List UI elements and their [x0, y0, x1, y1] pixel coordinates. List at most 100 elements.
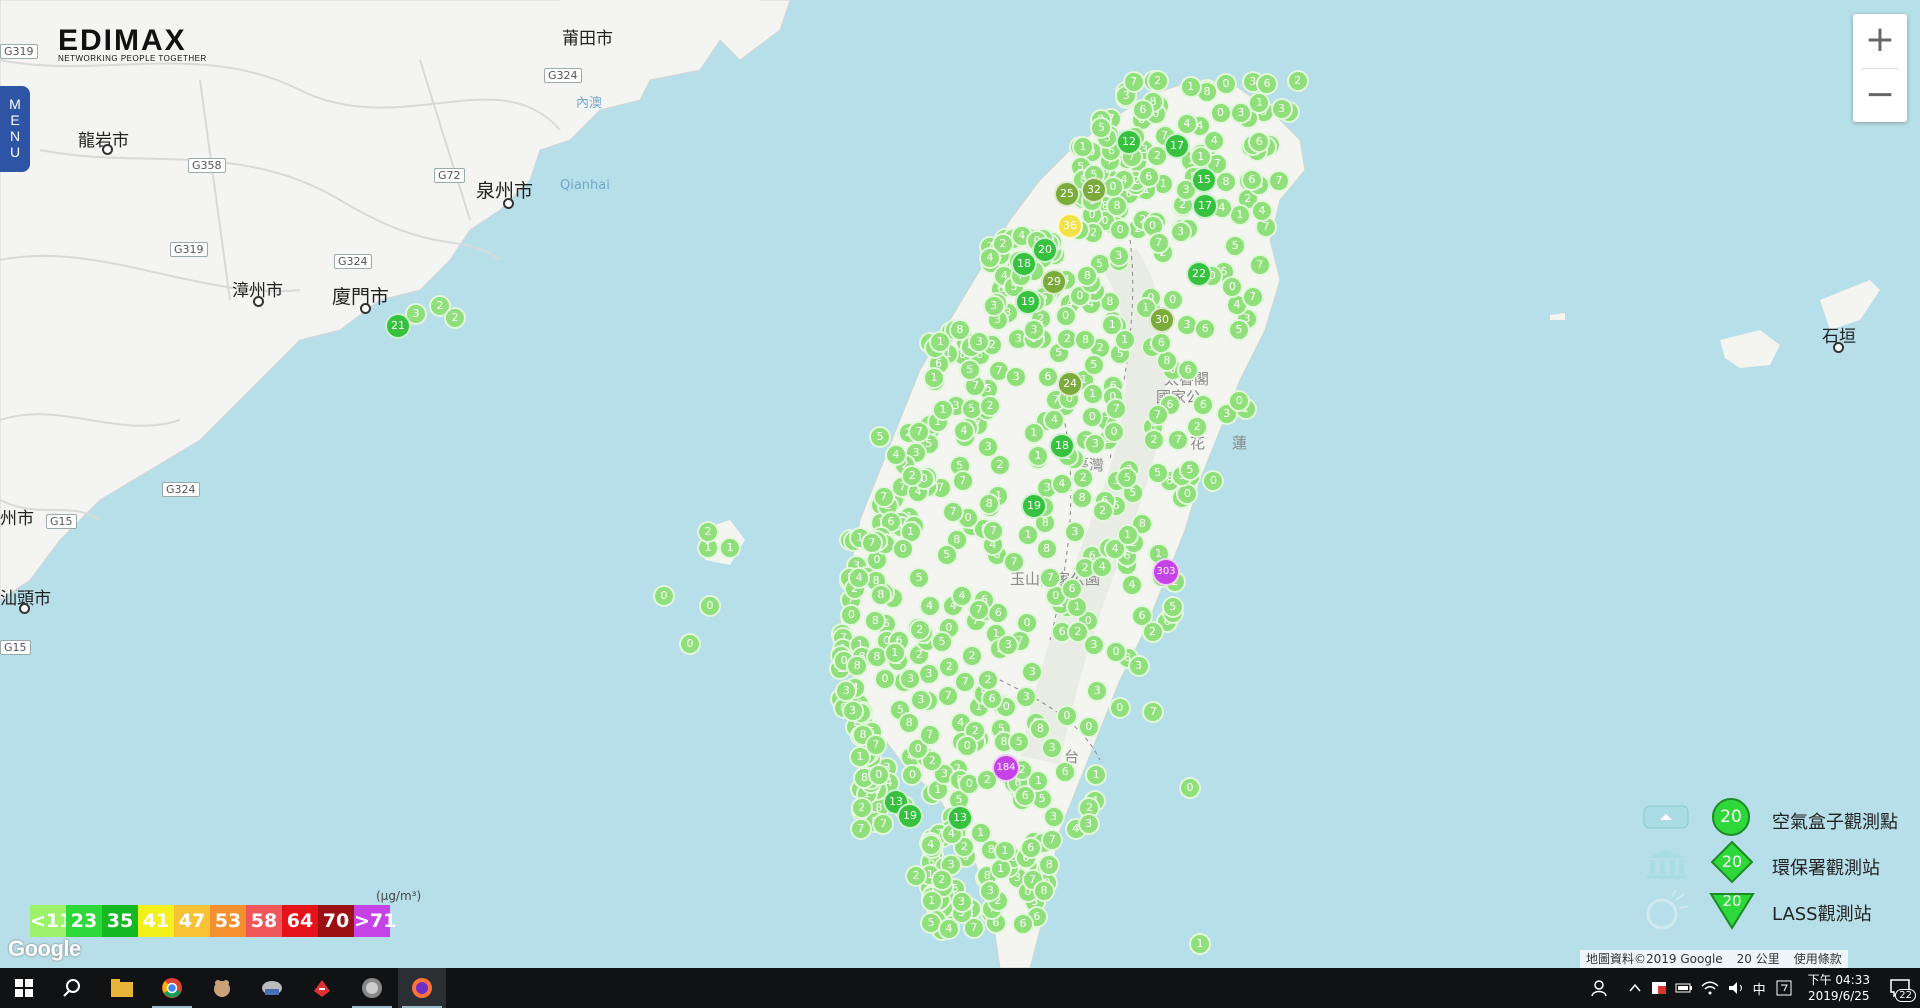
station-marker[interactable]: 6 [1137, 166, 1160, 189]
station-marker[interactable]: 8 [869, 583, 892, 606]
station-marker[interactable]: 184 [992, 754, 1020, 782]
chevron-up-icon[interactable] [1629, 983, 1641, 993]
station-marker[interactable]: 7 [1248, 253, 1271, 276]
station-marker[interactable]: 0 [892, 537, 915, 560]
station-marker[interactable]: 2 [1141, 621, 1164, 644]
chrome-icon[interactable] [148, 968, 196, 1008]
station-marker[interactable]: 4 [1120, 573, 1143, 596]
station-marker[interactable]: 1 [920, 890, 943, 913]
station-marker[interactable]: 5 [958, 358, 981, 381]
station-marker[interactable]: 0 [699, 595, 721, 617]
station-marker[interactable]: 3 [1107, 244, 1130, 267]
station-marker[interactable]: 5 [1179, 459, 1201, 481]
station-marker[interactable]: 19 [1021, 493, 1047, 519]
station-marker[interactable]: 18 [1011, 251, 1037, 277]
keyboard-layout-icon[interactable] [1776, 980, 1792, 996]
menu-button[interactable]: MENU [0, 86, 30, 172]
station-marker[interactable]: 36 [1057, 213, 1083, 239]
station-marker[interactable]: 32 [1081, 177, 1107, 203]
station-marker[interactable]: 3 [1063, 520, 1086, 543]
station-marker[interactable]: 2 [1142, 429, 1165, 452]
station-marker[interactable]: 1 [1113, 328, 1136, 351]
edimax-logo[interactable]: EDIMAX NETWORKING PEOPLE TOGETHER [58, 24, 207, 63]
station-marker[interactable]: 8 [1038, 853, 1061, 876]
station-marker[interactable]: 1 [1189, 145, 1212, 168]
clock[interactable]: 下午 04:33 2019/6/25 [1808, 972, 1870, 1004]
station-marker[interactable]: 0 [874, 667, 897, 690]
station-marker[interactable]: 0 [1054, 305, 1077, 328]
station-marker[interactable]: 8 [1074, 328, 1097, 351]
station-marker[interactable]: 30 [1149, 307, 1175, 333]
station-marker[interactable]: 3 [1127, 654, 1150, 677]
station-marker[interactable]: 3 [982, 294, 1005, 317]
station-marker[interactable]: 7 [1003, 551, 1025, 573]
station-marker[interactable]: 0 [1102, 420, 1125, 443]
station-marker[interactable]: 4 [885, 443, 908, 466]
station-marker[interactable]: 3 [1042, 805, 1065, 828]
battery-icon[interactable] [1675, 982, 1693, 994]
station-marker[interactable]: 2 [961, 644, 984, 667]
station-marker[interactable]: 21 [385, 313, 411, 339]
station-marker[interactable]: 1 [883, 641, 906, 664]
station-marker[interactable]: 0 [1077, 715, 1100, 738]
map-data-credit[interactable]: 地圖資料©2019 Google [1586, 950, 1723, 968]
station-marker[interactable]: 3 [950, 891, 973, 914]
station-marker[interactable]: 6 [1248, 130, 1271, 153]
station-marker[interactable]: 1 [993, 839, 1016, 862]
station-marker[interactable]: 6 [1011, 912, 1034, 935]
app-icon[interactable] [248, 968, 296, 1008]
station-marker[interactable]: 17 [1164, 133, 1190, 159]
station-marker[interactable]: 22 [1186, 261, 1212, 287]
station-marker[interactable]: 7 [918, 723, 941, 746]
station-marker[interactable]: 1 [1081, 382, 1104, 405]
station-marker[interactable]: 6 [1256, 72, 1279, 95]
station-marker[interactable]: 6 [1177, 358, 1200, 381]
station-marker[interactable]: 15 [1191, 167, 1217, 193]
station-marker[interactable]: 0 [1209, 101, 1232, 124]
station-marker[interactable]: 7 [1146, 403, 1169, 426]
station-marker[interactable]: 0 [1228, 389, 1251, 412]
station-marker[interactable]: 4 [1251, 199, 1274, 222]
station-marker[interactable]: 2 [905, 865, 927, 887]
firefox-icon[interactable] [398, 968, 446, 1008]
station-marker[interactable]: 7 [1147, 231, 1170, 254]
app-icon[interactable] [298, 968, 346, 1008]
station-marker[interactable]: 0 [1055, 704, 1078, 727]
station-marker[interactable]: 3 [918, 662, 940, 685]
station-marker[interactable]: 3 [1023, 319, 1045, 341]
people-icon[interactable] [1590, 979, 1609, 997]
station-marker[interactable]: 0 [1214, 73, 1237, 96]
station-marker[interactable]: 17 [1192, 193, 1218, 219]
station-marker[interactable]: 6 [981, 687, 1004, 710]
station-marker[interactable]: 2 [697, 521, 719, 543]
station-marker[interactable]: 7 [872, 486, 895, 509]
station-marker[interactable]: 4 [918, 595, 941, 618]
station-marker[interactable]: 4 [1176, 112, 1199, 135]
station-marker[interactable]: 2 [850, 796, 873, 819]
station-marker[interactable]: 1 [931, 398, 954, 421]
station-marker[interactable]: 3 [909, 688, 932, 711]
station-marker[interactable]: 8 [1035, 538, 1058, 561]
station-marker[interactable]: 3 [1270, 97, 1293, 120]
station-marker[interactable]: 0 [1179, 777, 1201, 799]
station-marker[interactable]: 1 [1022, 421, 1045, 444]
station-marker[interactable]: 8 [978, 492, 1001, 515]
station-marker[interactable]: 2 [1186, 415, 1209, 438]
station-marker[interactable]: 2 [1072, 466, 1095, 489]
app-icon[interactable] [198, 968, 246, 1008]
station-marker[interactable]: 4 [919, 834, 942, 857]
station-marker[interactable]: 2 [1091, 499, 1114, 522]
station-marker[interactable]: 8 [1215, 171, 1237, 193]
station-marker[interactable]: 8 [864, 609, 887, 632]
station-marker[interactable]: 7 [1041, 828, 1064, 851]
station-marker[interactable]: 1 [719, 537, 741, 559]
station-marker[interactable]: 0 [679, 633, 701, 655]
windows-start-icon[interactable] [0, 968, 48, 1008]
station-marker[interactable]: 6 [1061, 577, 1084, 600]
map-canvas[interactable]: 莆田市 龍岩市 泉州市 漳州市 廈門市 州市 汕頭市 石垣 內澳 Qianhai… [0, 0, 1920, 968]
station-marker[interactable]: 1 [1189, 933, 1211, 955]
station-marker[interactable]: 29 [1041, 269, 1067, 295]
station-marker[interactable]: 7 [951, 469, 974, 492]
station-marker[interactable]: 3 [1169, 220, 1192, 243]
station-marker[interactable]: 19 [897, 803, 923, 829]
